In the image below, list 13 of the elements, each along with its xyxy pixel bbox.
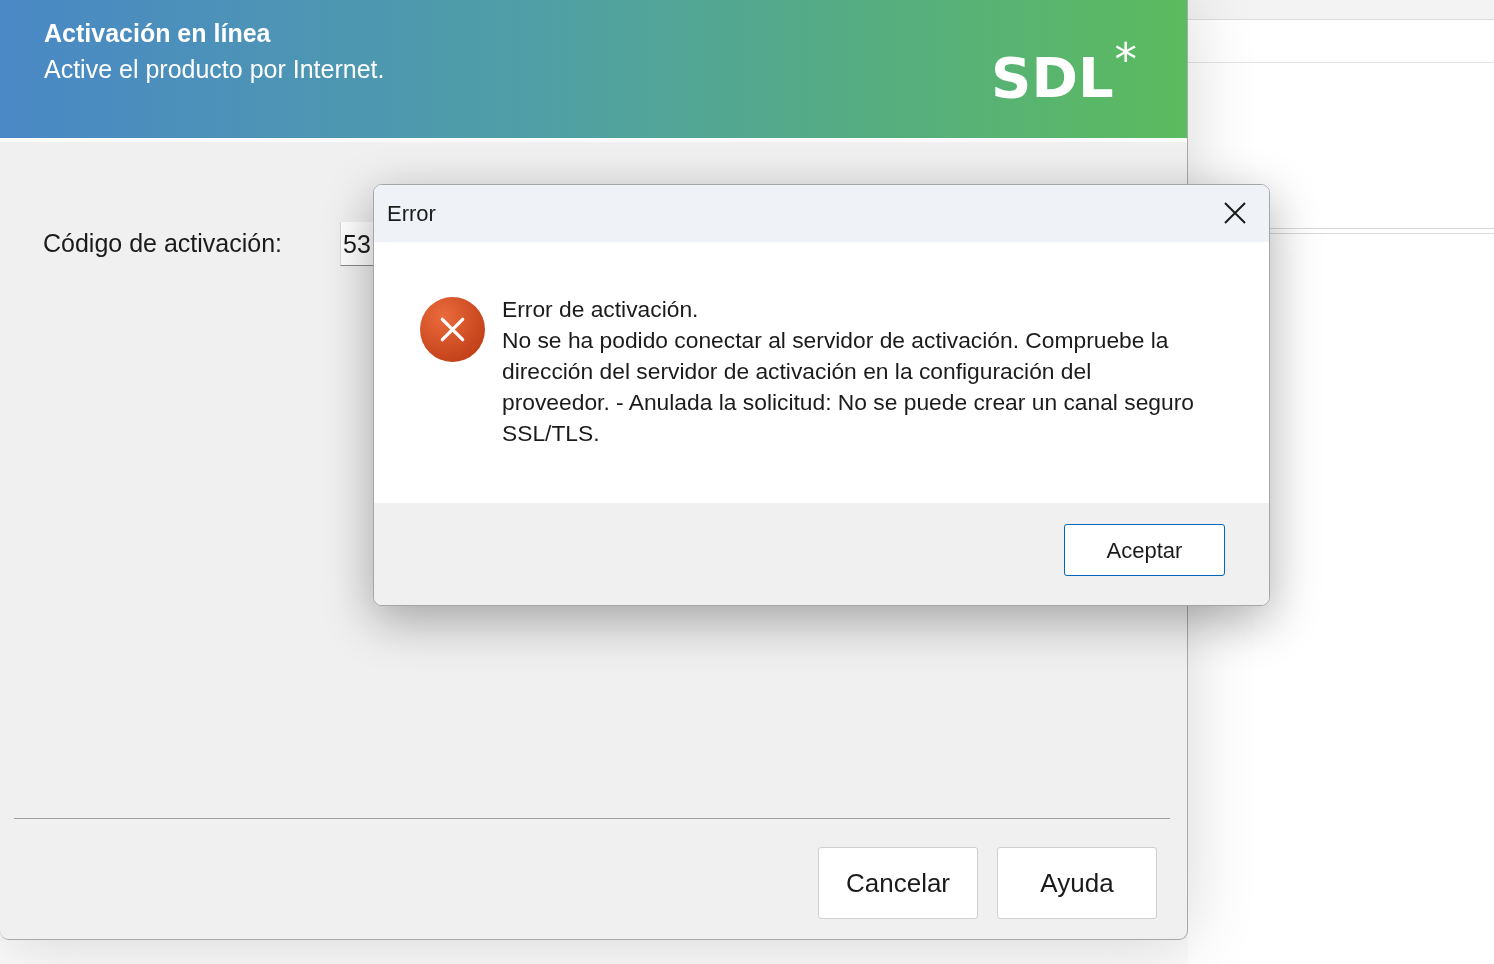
ok-button[interactable]: Aceptar xyxy=(1064,524,1225,577)
window-title: Activación en línea xyxy=(44,18,272,49)
close-icon xyxy=(1224,202,1246,225)
activation-code-field[interactable]: 53 xyxy=(340,222,373,266)
dialog-title: Error xyxy=(387,199,436,228)
help-button[interactable]: Ayuda xyxy=(997,847,1157,919)
field-label: Código de activación: xyxy=(43,228,284,260)
brand-logo: SDL$^{*}$ xyxy=(991,38,1137,107)
cancel-button[interactable]: Cancelar xyxy=(818,847,978,919)
error-message: No se ha podido conectar al servidor de activación. Compruebe la dirección del servidor de activación en la configuración del proveedor. - Anulada la solicitud: No se puede crear un canal seguro SSL/TLS. xyxy=(502,325,1195,448)
error-icon xyxy=(420,296,485,362)
window-subtitle: Active el producto por Internet. xyxy=(44,54,385,85)
error-heading: Error de activación. xyxy=(502,294,700,324)
